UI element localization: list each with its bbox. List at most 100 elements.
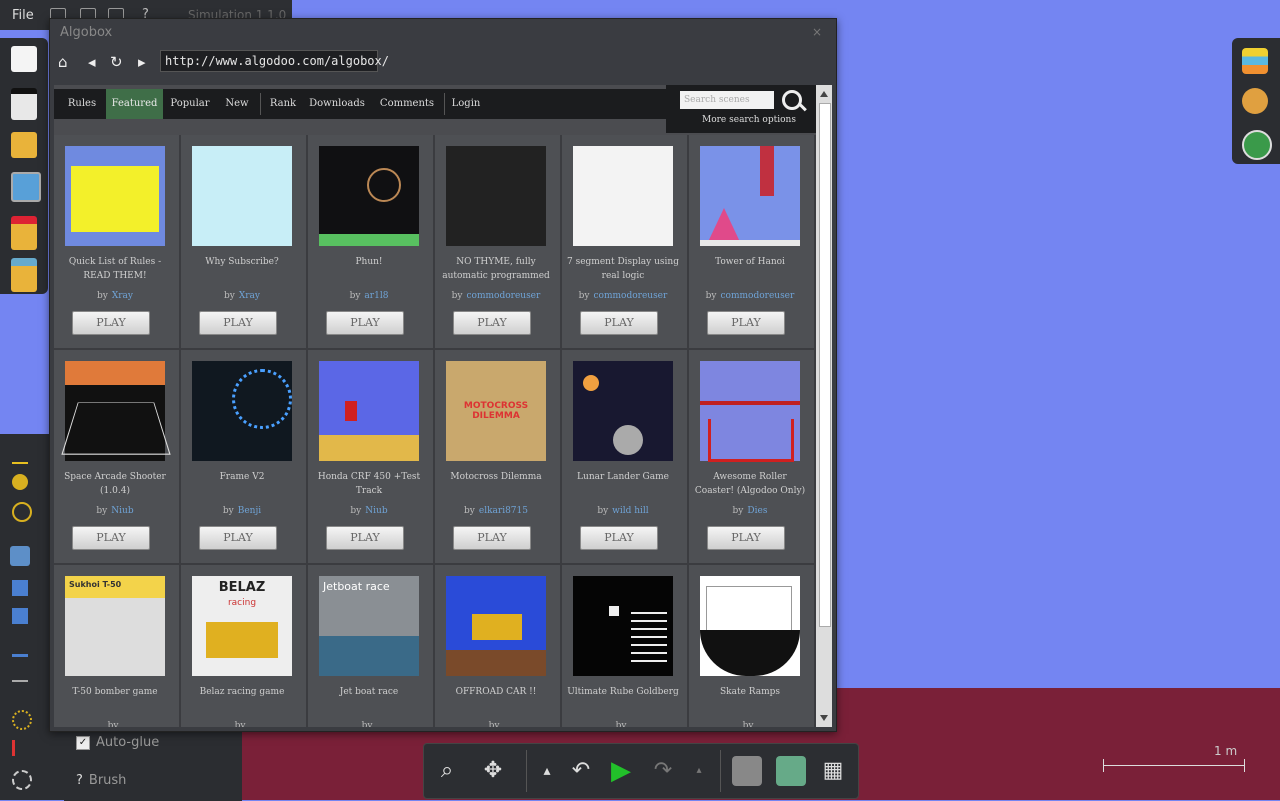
speed-up-icon[interactable]: ▴ xyxy=(684,756,714,786)
author-link[interactable]: ar1l8 xyxy=(364,291,388,301)
author-link[interactable]: Xray xyxy=(239,291,260,301)
scene-title[interactable]: Skate Ramps xyxy=(693,685,807,699)
author-link[interactable]: Niub xyxy=(365,506,387,516)
scene-card[interactable]: Sukhoi T-50T-50 bomber gamebyPLAY xyxy=(54,565,181,727)
author-link[interactable]: Xray xyxy=(112,291,133,301)
author-link[interactable]: Niub xyxy=(111,506,133,516)
scene-card[interactable]: MOTOCROSS DILEMMA Motocross Dilemma by elka… xyxy=(435,350,562,565)
tab-new[interactable]: New xyxy=(216,89,258,119)
scene-title[interactable]: Phun! xyxy=(312,255,426,269)
scene-title[interactable]: Space Arcade Shooter (1.0.4) xyxy=(58,470,172,498)
scene-title[interactable]: Frame V2 xyxy=(185,470,299,484)
grid-icon[interactable]: ▦ xyxy=(818,756,848,786)
scene-thumbnail[interactable] xyxy=(700,146,800,246)
scene-title[interactable]: Quick List of Rules - READ THEM! xyxy=(58,255,172,283)
scene-card[interactable]: Skate RampsbyPLAY xyxy=(689,565,816,727)
close-icon[interactable]: × xyxy=(812,25,822,39)
play-button[interactable]: PLAY xyxy=(580,526,658,550)
scene-thumbnail[interactable]: Jetboat race xyxy=(319,576,419,676)
laser-tool-icon[interactable] xyxy=(12,740,31,756)
gear-tool-icon[interactable] xyxy=(12,710,32,730)
tab-featured[interactable]: Featured xyxy=(106,89,163,119)
scene-title[interactable]: Ultimate Rube Goldberg xyxy=(566,685,680,699)
scroll-thumb[interactable] xyxy=(819,103,831,627)
phunlets-icon[interactable] xyxy=(11,216,37,250)
scene-title[interactable]: Tower of Hanoi xyxy=(693,255,807,269)
play-icon[interactable]: ▶ xyxy=(606,756,636,786)
author-link[interactable]: commodoreuser xyxy=(721,291,795,301)
save-folder-icon[interactable] xyxy=(11,258,37,292)
play-button[interactable]: PLAY xyxy=(326,311,404,335)
home-icon[interactable]: ⌂ xyxy=(58,53,68,71)
author-link[interactable]: Dies xyxy=(747,506,767,516)
scene-card[interactable]: Ultimate Rube GoldbergbyPLAY xyxy=(562,565,689,727)
scene-thumbnail[interactable] xyxy=(573,576,673,676)
author-link[interactable]: wild hill xyxy=(612,506,649,516)
rotate-tool-icon[interactable] xyxy=(12,502,32,522)
scene-title[interactable]: OFFROAD CAR !! xyxy=(439,685,553,699)
play-button[interactable]: PLAY xyxy=(199,526,277,550)
scrollbar[interactable] xyxy=(816,85,832,727)
scene-thumbnail[interactable] xyxy=(65,146,165,246)
scene-thumbnail[interactable] xyxy=(319,146,419,246)
scene-title[interactable]: Honda CRF 450 +Test Track xyxy=(312,470,426,498)
autoglue-checkbox[interactable]: ✓ xyxy=(76,735,90,750)
scene-title[interactable]: NO THYME, fully automatic programmed xyxy=(439,255,553,283)
scene-thumbnail[interactable]: Sukhoi T-50 xyxy=(65,576,165,676)
author-link[interactable]: elkari8715 xyxy=(479,506,528,516)
open-folder-icon[interactable] xyxy=(11,132,37,158)
play-button[interactable]: PLAY xyxy=(707,311,785,335)
tab-rules[interactable]: Rules xyxy=(58,89,106,119)
play-button[interactable]: PLAY xyxy=(326,526,404,550)
speed-down-icon[interactable]: ▴ xyxy=(532,756,562,786)
file-menu[interactable]: File xyxy=(12,8,34,23)
object-info-icon[interactable] xyxy=(1242,130,1272,160)
play-button[interactable]: PLAY xyxy=(580,311,658,335)
search-icon[interactable] xyxy=(782,90,802,110)
scene-card[interactable]: Quick List of Rules - READ THEM! by Xray PL… xyxy=(54,135,181,350)
back-icon[interactable]: ◂ xyxy=(88,53,96,71)
scene-title[interactable]: 7 segment Display using real logic xyxy=(566,255,680,283)
plane-tool-icon[interactable] xyxy=(12,638,28,657)
scene-title[interactable]: Belaz racing game xyxy=(185,685,299,699)
scene-thumbnail[interactable] xyxy=(192,146,292,246)
scroll-up-icon[interactable] xyxy=(820,91,828,97)
box-tool-icon[interactable] xyxy=(12,608,28,624)
gravity-icon[interactable] xyxy=(732,756,762,786)
scene-card[interactable]: 7 segment Display using real logic by comm… xyxy=(562,135,689,350)
air-friction-icon[interactable] xyxy=(776,756,806,786)
scene-title[interactable]: Motocross Dilemma xyxy=(439,470,553,484)
chain-tool-icon[interactable] xyxy=(12,680,28,698)
scene-thumbnail[interactable] xyxy=(319,361,419,461)
tab-login[interactable]: Login xyxy=(446,89,486,119)
scene-card[interactable]: OFFROAD CAR !!byPLAY xyxy=(435,565,562,727)
play-button[interactable]: PLAY xyxy=(199,311,277,335)
scene-thumbnail[interactable] xyxy=(700,361,800,462)
tracer-tool-icon[interactable] xyxy=(12,770,32,790)
new-scene-icon[interactable] xyxy=(11,46,37,72)
tab-downloads[interactable]: Downloads xyxy=(306,89,368,119)
more-search-options-link[interactable]: More search options xyxy=(702,115,796,125)
play-button[interactable]: PLAY xyxy=(453,311,531,335)
scene-title[interactable]: Lunar Lander Game xyxy=(566,470,680,484)
scene-title[interactable]: Awesome Roller Coaster! (Algodoo Only) xyxy=(693,470,807,498)
scene-card[interactable]: Lunar Lander Game by wild hill PLAY xyxy=(562,350,689,565)
undo-icon[interactable]: ↶ xyxy=(566,756,596,786)
author-link[interactable]: commodoreuser xyxy=(594,291,668,301)
brush-label[interactable]: Brush xyxy=(89,773,127,788)
scene-card[interactable]: Phun! by ar1l8 PLAY xyxy=(308,135,435,350)
scene-card[interactable]: Awesome Roller Coaster! (Algodoo Only) by… xyxy=(689,350,816,565)
play-button[interactable]: PLAY xyxy=(453,526,531,550)
scene-card[interactable]: Jetboat raceJet boat racebyPLAY xyxy=(308,565,435,727)
reload-icon[interactable]: ↻ xyxy=(110,53,123,71)
scene-title[interactable]: Why Subscribe? xyxy=(185,255,299,269)
move-tool-icon[interactable] xyxy=(12,474,28,490)
play-button[interactable]: PLAY xyxy=(72,311,150,335)
scene-card[interactable]: Honda CRF 450 +Test Track by Niub PLAY xyxy=(308,350,435,565)
zoom-icon[interactable]: ⌕ xyxy=(432,756,462,786)
scene-title[interactable]: T-50 bomber game xyxy=(58,685,172,699)
forward-icon[interactable]: ▸ xyxy=(138,53,146,71)
scene-thumbnail[interactable] xyxy=(192,361,292,461)
play-button[interactable]: PLAY xyxy=(707,526,785,550)
pan-icon[interactable]: ✥ xyxy=(478,756,508,786)
